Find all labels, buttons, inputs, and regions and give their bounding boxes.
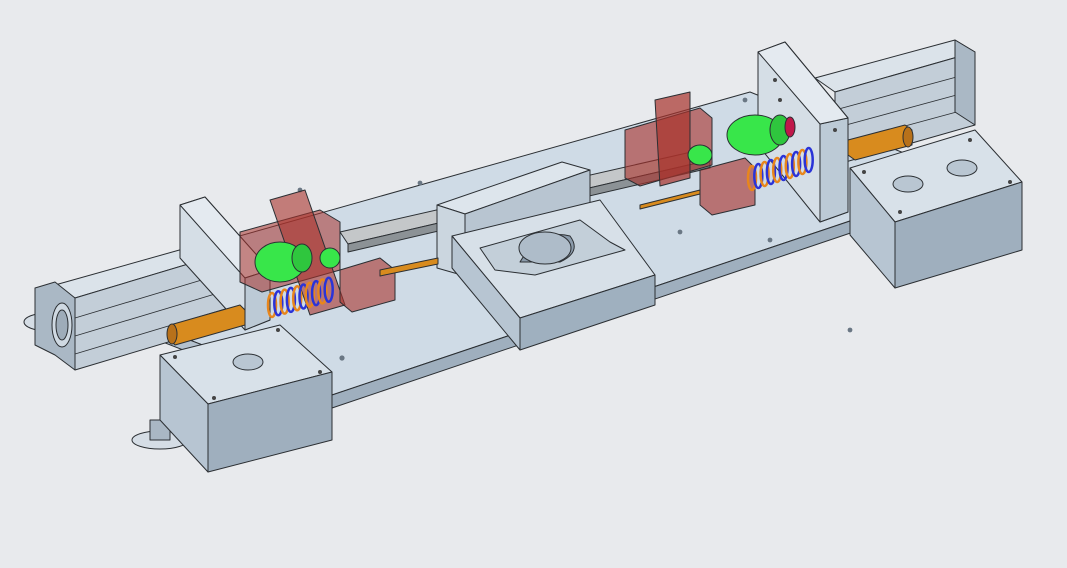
assembly-drawing <box>23 39 1023 473</box>
cad-viewport[interactable] <box>0 0 1067 568</box>
